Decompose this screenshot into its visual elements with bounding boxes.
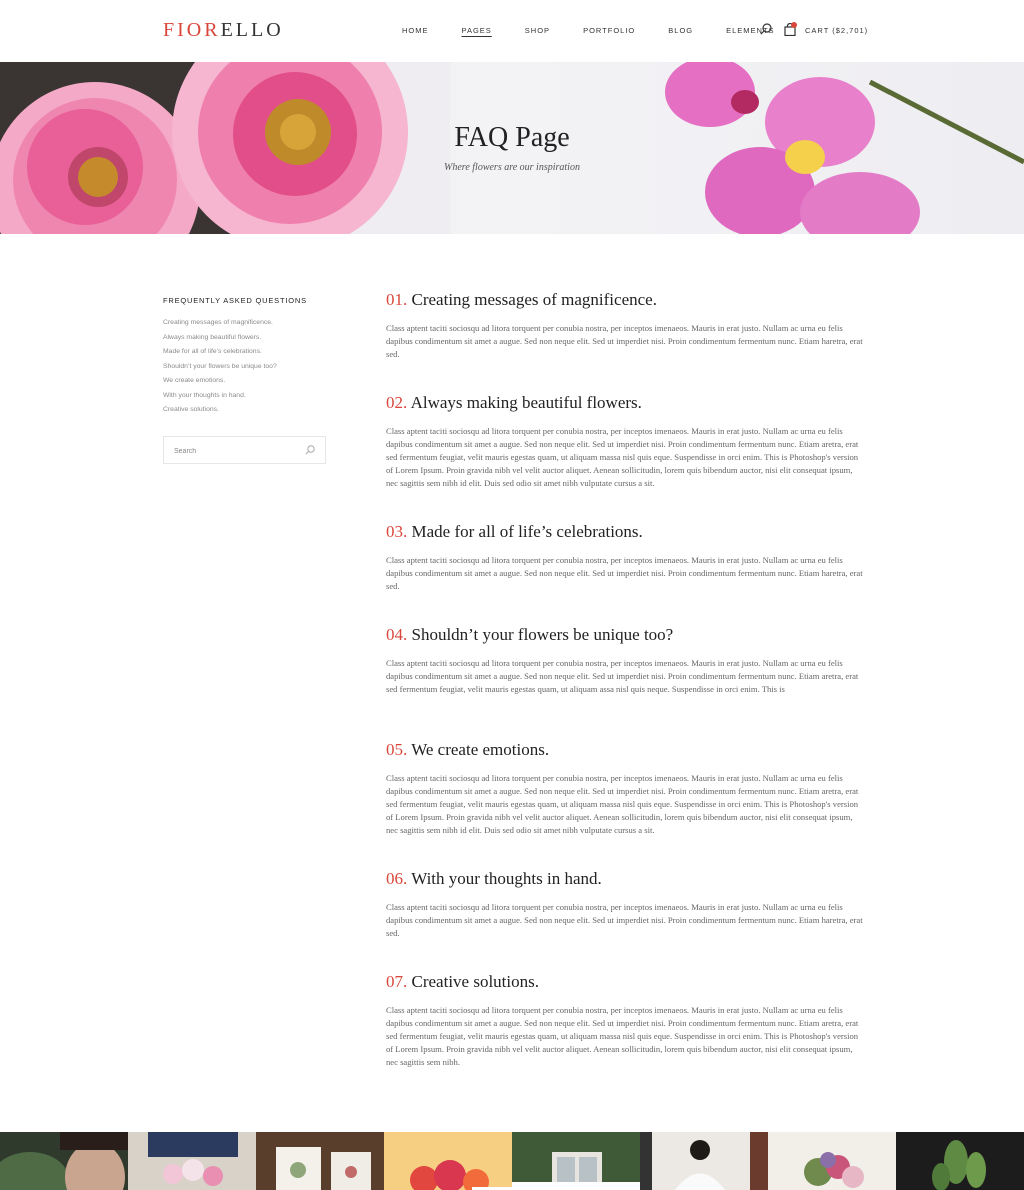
nav-portfolio[interactable]: PORTFOLIO [583,26,635,35]
cart-count-badge [791,22,797,28]
faq-question: 07. Creative solutions. [386,972,864,992]
sidebar-link[interactable]: We create emotions. [163,374,326,389]
gallery-photo-mixed-bouquet[interactable] [768,1132,896,1190]
faq-link-list: Creating messages of magnificence. Alway… [163,316,326,418]
faq-item: 07. Creative solutions. Class aptent tac… [386,972,864,1069]
faq-item: 02. Always making beautiful flowers. Cla… [386,393,864,490]
logo-text: ELLO [220,19,284,41]
site-logo[interactable]: FIORELLO [163,19,284,42]
faq-answer: Class aptent taciti sociosqu ad litora t… [386,323,863,359]
faq-answer: Class aptent taciti sociosqu ad litora t… [386,902,863,938]
faq-item: 01. Creating messages of magnificence. C… [386,290,864,361]
sidebar-link[interactable]: With your thoughts in hand. [163,389,326,404]
faq-answer: Class aptent taciti sociosqu ad litora t… [386,1005,859,1067]
gallery-photo-tulip-bouquet[interactable] [128,1132,256,1190]
search-icon[interactable] [760,23,772,35]
nav-home[interactable]: HOME [402,26,429,35]
faq-number: 02. [386,393,408,412]
gallery-photo-portrait-woman-leaf[interactable] [0,1132,128,1190]
faq-question-text: Always making beautiful flowers. [410,393,642,412]
faq-question-text: Made for all of life’s celebrations. [411,522,643,541]
sidebar-search-input[interactable] [174,444,294,458]
page-hero: FAQ Page Where flowers are our inspirati… [0,62,1024,234]
logo-accent-text: FIOR [163,19,221,41]
gallery-photo-flower-shop-window[interactable] [512,1132,640,1190]
faq-question-text: Creating messages of magnificence. [411,290,657,309]
cart-label[interactable]: CART ($2,701) [805,26,868,35]
faq-question-text: With your thoughts in hand. [411,869,602,888]
gallery-photo-red-roses-yellow[interactable] [384,1132,512,1190]
nav-pages[interactable]: PAGES [462,26,492,35]
instagram-gallery [0,1132,1024,1190]
sidebar-link[interactable]: Creative solutions. [163,403,326,418]
faq-number: 01. [386,290,408,309]
faq-question-text: Shouldn’t your flowers be unique too? [411,625,674,644]
sidebar-link[interactable]: Creating messages of magnificence. [163,316,326,331]
faq-answer: Class aptent taciti sociosqu ad litora t… [386,773,859,835]
faq-item: 03. Made for all of life’s celebrations.… [386,522,864,593]
main-nav: HOME PAGES SHOP PORTFOLIO BLOG ELEMENTS [402,26,775,35]
faq-question: 06. With your thoughts in hand. [386,869,864,889]
gallery-photo-green-plant-dark[interactable] [896,1132,1024,1190]
faq-item: 06. With your thoughts in hand. Class ap… [386,869,864,940]
gallery-image [512,1132,640,1190]
faq-answer: Class aptent taciti sociosqu ad litora t… [386,658,859,694]
faq-question: 01. Creating messages of magnificence. [386,290,864,310]
page-title: FAQ Page [454,122,570,153]
sidebar-search-box [163,436,326,464]
gallery-image [384,1132,512,1190]
page-subtitle: Where flowers are our inspiration [444,162,580,173]
sidebar-link[interactable]: Always making beautiful flowers. [163,331,326,346]
faq-answer: Class aptent taciti sociosqu ad litora t… [386,555,863,591]
faq-item: 05. We create emotions. Class aptent tac… [386,740,864,837]
faq-question: 02. Always making beautiful flowers. [386,393,864,413]
faq-number: 04. [386,625,408,644]
faq-answer: Class aptent taciti sociosqu ad litora t… [386,426,859,488]
nav-blog[interactable]: BLOG [668,26,693,35]
gallery-photo-botanical-cards[interactable] [256,1132,384,1190]
gallery-image [768,1132,896,1190]
faq-number: 05. [386,740,408,759]
faq-question: 05. We create emotions. [386,740,864,760]
faq-sidebar: FREQUENTLY ASKED QUESTIONS Creating mess… [163,296,326,464]
faq-item: 04. Shouldn’t your flowers be unique too… [386,625,864,696]
site-header: FIORELLO HOME PAGES SHOP PORTFOLIO BLOG … [0,0,1024,62]
nav-shop[interactable]: SHOP [525,26,550,35]
faq-question: 04. Shouldn’t your flowers be unique too… [386,625,864,645]
gallery-image [0,1132,128,1190]
faq-question-text: We create emotions. [411,740,550,759]
faq-number: 06. [386,869,408,888]
gallery-image [640,1132,768,1190]
gallery-image [896,1132,1024,1190]
gallery-image [128,1132,256,1190]
sidebar-link[interactable]: Shouldn’t your flowers be unique too? [163,360,326,375]
sidebar-link[interactable]: Made for all of life’s celebrations. [163,345,326,360]
gallery-photo-woman-white-shirt[interactable] [640,1132,768,1190]
faq-question: 03. Made for all of life’s celebrations. [386,522,864,542]
faq-number: 03. [386,522,408,541]
faq-number: 07. [386,972,408,991]
gallery-image [256,1132,384,1190]
faq-question-text: Creative solutions. [411,972,539,991]
search-icon[interactable] [305,445,315,455]
sidebar-title: FREQUENTLY ASKED QUESTIONS [163,296,307,305]
